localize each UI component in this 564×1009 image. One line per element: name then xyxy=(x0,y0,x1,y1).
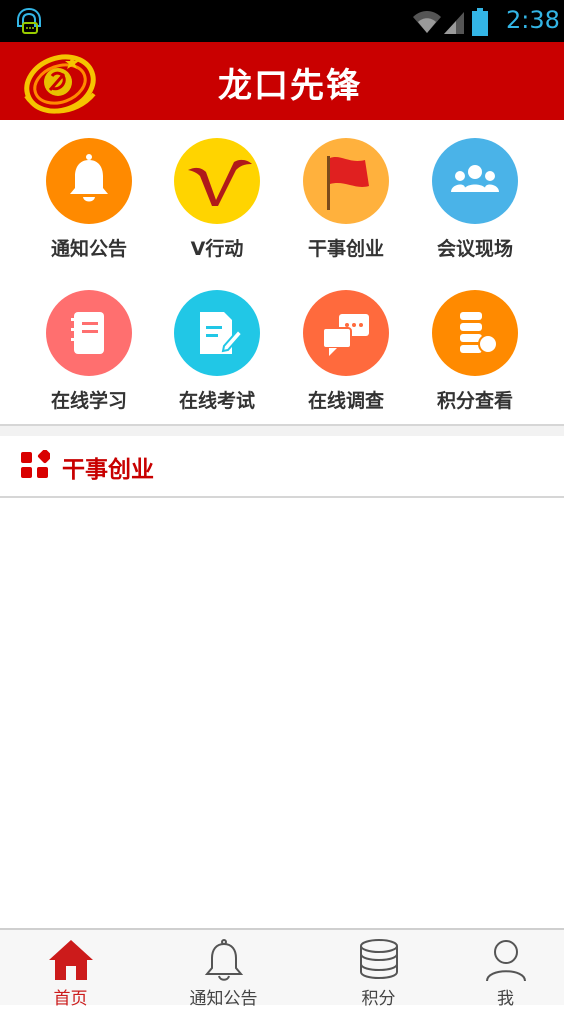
menu-item-meeting[interactable]: 会议现场 xyxy=(410,138,540,261)
status-clock: 2:38 xyxy=(506,6,560,34)
menu-item-entrepreneurship[interactable]: 干事创业 xyxy=(281,138,411,261)
v-action-icon xyxy=(174,138,260,224)
bottom-tab-bar: 首页 通知公告 积分 我 xyxy=(0,928,564,1009)
bell-outline-icon xyxy=(204,939,243,981)
section-title: 干事创业 xyxy=(62,457,154,483)
menu-item-label: 在线学习 xyxy=(50,390,127,412)
tab-home[interactable]: 首页 xyxy=(0,930,141,1009)
menu-item-online-learning[interactable]: 在线学习 xyxy=(24,290,154,413)
chat-notification-icon xyxy=(17,7,41,34)
menu-item-label: 在线调查 xyxy=(307,390,384,412)
signal-icon xyxy=(444,12,464,34)
blocks-icon xyxy=(21,450,50,478)
battery-icon xyxy=(472,8,488,36)
coins-icon xyxy=(359,939,398,979)
tab-label: 我 xyxy=(497,989,514,1009)
chat-icon xyxy=(303,290,389,376)
bell-icon xyxy=(46,138,132,224)
menu-item-label: V行动 xyxy=(190,238,244,260)
app-header: 龙口先锋 xyxy=(0,42,564,120)
tab-points[interactable]: 积分 xyxy=(308,930,449,1009)
menu-item-online-exam[interactable]: 在线考试 xyxy=(152,290,282,413)
flag-icon xyxy=(303,138,389,224)
menu-item-label: 干事创业 xyxy=(307,238,384,260)
notebook-icon xyxy=(46,290,132,376)
tab-notices[interactable]: 通知公告 xyxy=(153,930,294,1009)
exam-icon xyxy=(174,290,260,376)
tab-label: 积分 xyxy=(361,989,396,1009)
status-bar: 2:38 xyxy=(0,0,564,42)
wifi-icon xyxy=(413,11,441,33)
menu-item-points[interactable]: 积分查看 xyxy=(410,290,540,413)
menu-item-online-survey[interactable]: 在线调查 xyxy=(281,290,411,413)
home-icon xyxy=(48,940,93,980)
tab-label: 首页 xyxy=(53,989,88,1009)
menu-item-notices[interactable]: 通知公告 xyxy=(24,138,154,261)
person-icon xyxy=(485,940,526,982)
tab-label: 通知公告 xyxy=(189,989,258,1009)
section-header[interactable]: 干事创业 xyxy=(0,436,564,496)
section-content xyxy=(0,498,564,928)
people-icon xyxy=(432,138,518,224)
menu-item-label: 会议现场 xyxy=(436,238,513,260)
points-icon xyxy=(432,290,518,376)
tab-me[interactable]: 我 xyxy=(435,930,564,1009)
menu-item-label: 积分查看 xyxy=(436,390,513,412)
menu-item-label: 在线考试 xyxy=(178,390,255,412)
section-gap xyxy=(0,426,564,436)
menu-item-v-action[interactable]: V行动 xyxy=(152,138,282,261)
feature-grid: 通知公告 V行动 干事创业 会议现场 在线学习 在线考试 在线调查 积分查看 xyxy=(0,120,564,424)
app-title: 龙口先锋 xyxy=(218,66,362,106)
menu-item-label: 通知公告 xyxy=(50,238,127,260)
